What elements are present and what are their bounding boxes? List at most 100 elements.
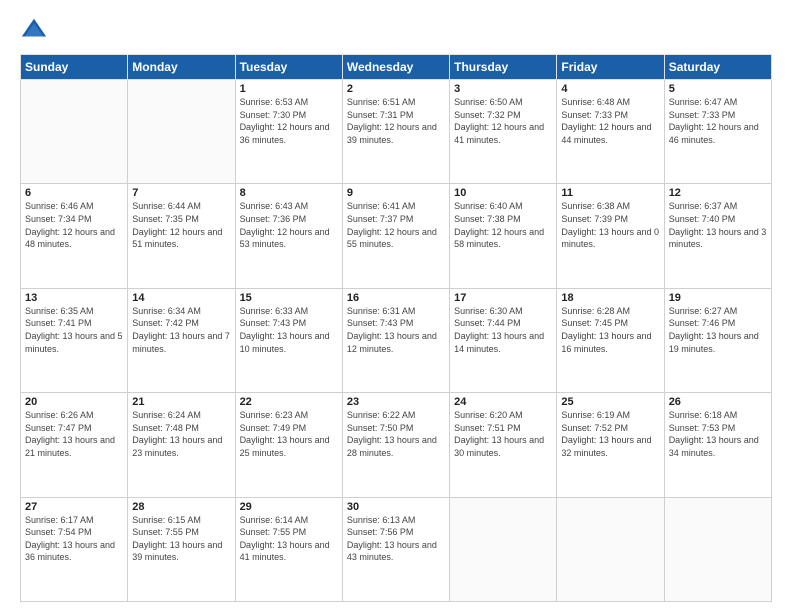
day-info: Sunrise: 6:38 AM Sunset: 7:39 PM Dayligh… — [561, 200, 659, 250]
calendar-cell: 4Sunrise: 6:48 AM Sunset: 7:33 PM Daylig… — [557, 80, 664, 184]
calendar-cell: 1Sunrise: 6:53 AM Sunset: 7:30 PM Daylig… — [235, 80, 342, 184]
calendar-cell: 24Sunrise: 6:20 AM Sunset: 7:51 PM Dayli… — [450, 393, 557, 497]
calendar-cell: 16Sunrise: 6:31 AM Sunset: 7:43 PM Dayli… — [342, 288, 449, 392]
day-info: Sunrise: 6:43 AM Sunset: 7:36 PM Dayligh… — [240, 200, 338, 250]
day-number: 24 — [454, 396, 552, 408]
day-info: Sunrise: 6:51 AM Sunset: 7:31 PM Dayligh… — [347, 96, 445, 146]
weekday-header-saturday: Saturday — [664, 55, 771, 80]
day-info: Sunrise: 6:31 AM Sunset: 7:43 PM Dayligh… — [347, 305, 445, 355]
calendar-week-row: 1Sunrise: 6:53 AM Sunset: 7:30 PM Daylig… — [21, 80, 772, 184]
day-info: Sunrise: 6:24 AM Sunset: 7:48 PM Dayligh… — [132, 409, 230, 459]
calendar-cell: 28Sunrise: 6:15 AM Sunset: 7:55 PM Dayli… — [128, 497, 235, 601]
calendar-cell: 6Sunrise: 6:46 AM Sunset: 7:34 PM Daylig… — [21, 184, 128, 288]
day-number: 8 — [240, 187, 338, 199]
day-number: 20 — [25, 396, 123, 408]
day-info: Sunrise: 6:28 AM Sunset: 7:45 PM Dayligh… — [561, 305, 659, 355]
day-number: 10 — [454, 187, 552, 199]
weekday-header-tuesday: Tuesday — [235, 55, 342, 80]
calendar-cell: 10Sunrise: 6:40 AM Sunset: 7:38 PM Dayli… — [450, 184, 557, 288]
day-number: 18 — [561, 292, 659, 304]
weekday-header-thursday: Thursday — [450, 55, 557, 80]
day-number: 11 — [561, 187, 659, 199]
day-info: Sunrise: 6:35 AM Sunset: 7:41 PM Dayligh… — [25, 305, 123, 355]
day-number: 30 — [347, 501, 445, 513]
calendar-week-row: 6Sunrise: 6:46 AM Sunset: 7:34 PM Daylig… — [21, 184, 772, 288]
day-number: 2 — [347, 83, 445, 95]
day-number: 12 — [669, 187, 767, 199]
day-info: Sunrise: 6:37 AM Sunset: 7:40 PM Dayligh… — [669, 200, 767, 250]
day-info: Sunrise: 6:46 AM Sunset: 7:34 PM Dayligh… — [25, 200, 123, 250]
calendar-cell: 7Sunrise: 6:44 AM Sunset: 7:35 PM Daylig… — [128, 184, 235, 288]
calendar-cell: 13Sunrise: 6:35 AM Sunset: 7:41 PM Dayli… — [21, 288, 128, 392]
day-info: Sunrise: 6:18 AM Sunset: 7:53 PM Dayligh… — [669, 409, 767, 459]
calendar-cell: 29Sunrise: 6:14 AM Sunset: 7:55 PM Dayli… — [235, 497, 342, 601]
weekday-header-monday: Monday — [128, 55, 235, 80]
calendar-cell — [664, 497, 771, 601]
calendar-cell: 8Sunrise: 6:43 AM Sunset: 7:36 PM Daylig… — [235, 184, 342, 288]
day-number: 3 — [454, 83, 552, 95]
day-number: 19 — [669, 292, 767, 304]
day-number: 26 — [669, 396, 767, 408]
calendar-cell: 26Sunrise: 6:18 AM Sunset: 7:53 PM Dayli… — [664, 393, 771, 497]
day-number: 23 — [347, 396, 445, 408]
page-header — [20, 16, 772, 44]
day-info: Sunrise: 6:41 AM Sunset: 7:37 PM Dayligh… — [347, 200, 445, 250]
calendar-cell — [450, 497, 557, 601]
calendar-cell: 25Sunrise: 6:19 AM Sunset: 7:52 PM Dayli… — [557, 393, 664, 497]
calendar-cell — [128, 80, 235, 184]
day-number: 28 — [132, 501, 230, 513]
day-info: Sunrise: 6:23 AM Sunset: 7:49 PM Dayligh… — [240, 409, 338, 459]
calendar-cell: 18Sunrise: 6:28 AM Sunset: 7:45 PM Dayli… — [557, 288, 664, 392]
calendar-cell: 30Sunrise: 6:13 AM Sunset: 7:56 PM Dayli… — [342, 497, 449, 601]
weekday-header-row: SundayMondayTuesdayWednesdayThursdayFrid… — [21, 55, 772, 80]
day-info: Sunrise: 6:53 AM Sunset: 7:30 PM Dayligh… — [240, 96, 338, 146]
calendar-cell: 22Sunrise: 6:23 AM Sunset: 7:49 PM Dayli… — [235, 393, 342, 497]
day-info: Sunrise: 6:34 AM Sunset: 7:42 PM Dayligh… — [132, 305, 230, 355]
calendar-table: SundayMondayTuesdayWednesdayThursdayFrid… — [20, 54, 772, 602]
day-number: 13 — [25, 292, 123, 304]
calendar-cell: 19Sunrise: 6:27 AM Sunset: 7:46 PM Dayli… — [664, 288, 771, 392]
day-number: 14 — [132, 292, 230, 304]
day-number: 17 — [454, 292, 552, 304]
day-info: Sunrise: 6:27 AM Sunset: 7:46 PM Dayligh… — [669, 305, 767, 355]
calendar-cell: 9Sunrise: 6:41 AM Sunset: 7:37 PM Daylig… — [342, 184, 449, 288]
calendar-week-row: 27Sunrise: 6:17 AM Sunset: 7:54 PM Dayli… — [21, 497, 772, 601]
weekday-header-friday: Friday — [557, 55, 664, 80]
calendar-cell — [21, 80, 128, 184]
day-number: 16 — [347, 292, 445, 304]
logo — [20, 16, 52, 44]
calendar-cell: 17Sunrise: 6:30 AM Sunset: 7:44 PM Dayli… — [450, 288, 557, 392]
calendar-cell: 15Sunrise: 6:33 AM Sunset: 7:43 PM Dayli… — [235, 288, 342, 392]
logo-icon — [20, 16, 48, 44]
day-number: 9 — [347, 187, 445, 199]
day-info: Sunrise: 6:22 AM Sunset: 7:50 PM Dayligh… — [347, 409, 445, 459]
day-info: Sunrise: 6:14 AM Sunset: 7:55 PM Dayligh… — [240, 514, 338, 564]
calendar-cell: 12Sunrise: 6:37 AM Sunset: 7:40 PM Dayli… — [664, 184, 771, 288]
calendar-cell: 11Sunrise: 6:38 AM Sunset: 7:39 PM Dayli… — [557, 184, 664, 288]
day-info: Sunrise: 6:26 AM Sunset: 7:47 PM Dayligh… — [25, 409, 123, 459]
calendar-cell: 3Sunrise: 6:50 AM Sunset: 7:32 PM Daylig… — [450, 80, 557, 184]
calendar-cell: 5Sunrise: 6:47 AM Sunset: 7:33 PM Daylig… — [664, 80, 771, 184]
day-info: Sunrise: 6:50 AM Sunset: 7:32 PM Dayligh… — [454, 96, 552, 146]
calendar-cell — [557, 497, 664, 601]
day-number: 29 — [240, 501, 338, 513]
weekday-header-wednesday: Wednesday — [342, 55, 449, 80]
day-number: 1 — [240, 83, 338, 95]
calendar-cell: 14Sunrise: 6:34 AM Sunset: 7:42 PM Dayli… — [128, 288, 235, 392]
day-number: 4 — [561, 83, 659, 95]
day-number: 5 — [669, 83, 767, 95]
day-number: 6 — [25, 187, 123, 199]
day-info: Sunrise: 6:17 AM Sunset: 7:54 PM Dayligh… — [25, 514, 123, 564]
day-number: 25 — [561, 396, 659, 408]
day-info: Sunrise: 6:33 AM Sunset: 7:43 PM Dayligh… — [240, 305, 338, 355]
weekday-header-sunday: Sunday — [21, 55, 128, 80]
day-number: 27 — [25, 501, 123, 513]
calendar-week-row: 13Sunrise: 6:35 AM Sunset: 7:41 PM Dayli… — [21, 288, 772, 392]
day-number: 22 — [240, 396, 338, 408]
day-info: Sunrise: 6:19 AM Sunset: 7:52 PM Dayligh… — [561, 409, 659, 459]
day-info: Sunrise: 6:47 AM Sunset: 7:33 PM Dayligh… — [669, 96, 767, 146]
day-number: 7 — [132, 187, 230, 199]
day-info: Sunrise: 6:13 AM Sunset: 7:56 PM Dayligh… — [347, 514, 445, 564]
day-number: 15 — [240, 292, 338, 304]
calendar-cell: 27Sunrise: 6:17 AM Sunset: 7:54 PM Dayli… — [21, 497, 128, 601]
